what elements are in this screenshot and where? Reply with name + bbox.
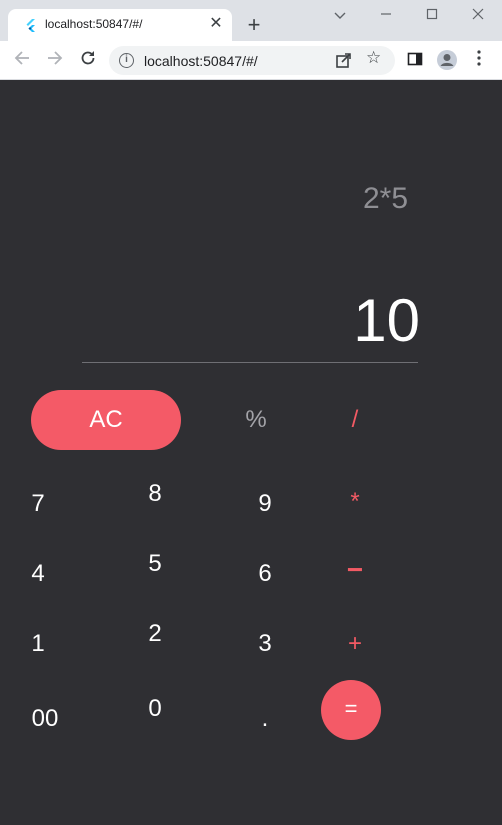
result-display: 10: [353, 287, 420, 354]
six-button[interactable]: 6: [235, 554, 295, 594]
clear-button[interactable]: AC: [31, 390, 181, 450]
url-text[interactable]: localhost:50847/#/: [144, 53, 258, 69]
divide-button[interactable]: /: [325, 400, 385, 440]
percent-button[interactable]: %: [226, 400, 286, 440]
side-panel-icon[interactable]: [403, 49, 427, 73]
multiply-button[interactable]: *: [325, 482, 385, 522]
reload-icon[interactable]: [76, 49, 100, 73]
bookmark-star-icon[interactable]: ☆: [366, 48, 381, 68]
zero-button[interactable]: 0: [125, 689, 185, 729]
close-tab-icon[interactable]: ✕: [208, 14, 224, 34]
one-button[interactable]: 1: [8, 624, 68, 664]
minus-button[interactable]: −: [325, 550, 385, 590]
new-tab-button[interactable]: +: [242, 14, 266, 38]
expression-display: 2*5: [362, 182, 408, 215]
browser-tab[interactable]: localhost:50847/#/ ✕: [8, 9, 232, 41]
browser-chrome: localhost:50847/#/ ✕ + i localhost:50847…: [0, 0, 502, 80]
site-info-icon[interactable]: i: [119, 53, 134, 68]
equals-button[interactable]: =: [321, 680, 381, 740]
eight-button[interactable]: 8: [125, 474, 185, 514]
five-button[interactable]: 5: [125, 544, 185, 584]
tab-title: localhost:50847/#/: [45, 17, 143, 31]
browser-toolbar: i localhost:50847/#/ ☆: [0, 41, 502, 80]
forward-icon[interactable]: [43, 49, 67, 73]
minimize-icon[interactable]: [374, 4, 398, 26]
two-button[interactable]: 2: [125, 614, 185, 654]
plus-button[interactable]: +: [325, 624, 385, 664]
tab-search-icon[interactable]: [328, 4, 352, 26]
maximize-icon[interactable]: [420, 4, 444, 26]
profile-avatar-icon[interactable]: [435, 49, 459, 73]
calculator-app: 2*5 10 AC % / 7 8 9 * 4 5 6 − 1 2 3 + 00…: [0, 80, 502, 825]
back-icon[interactable]: [10, 49, 34, 73]
display-divider: [82, 362, 418, 363]
decimal-button[interactable]: .: [235, 699, 295, 739]
flutter-icon: [26, 19, 35, 32]
address-bar[interactable]: i localhost:50847/#/ ☆: [109, 46, 395, 75]
nine-button[interactable]: 9: [235, 484, 295, 524]
share-icon[interactable]: [334, 50, 354, 70]
three-button[interactable]: 3: [235, 624, 295, 664]
four-button[interactable]: 4: [8, 554, 68, 594]
tab-strip: localhost:50847/#/ ✕ +: [0, 0, 502, 41]
seven-button[interactable]: 7: [8, 484, 68, 524]
more-menu-icon[interactable]: [467, 49, 491, 73]
window-close-icon[interactable]: [466, 4, 490, 26]
double-zero-button[interactable]: 00: [15, 699, 75, 739]
